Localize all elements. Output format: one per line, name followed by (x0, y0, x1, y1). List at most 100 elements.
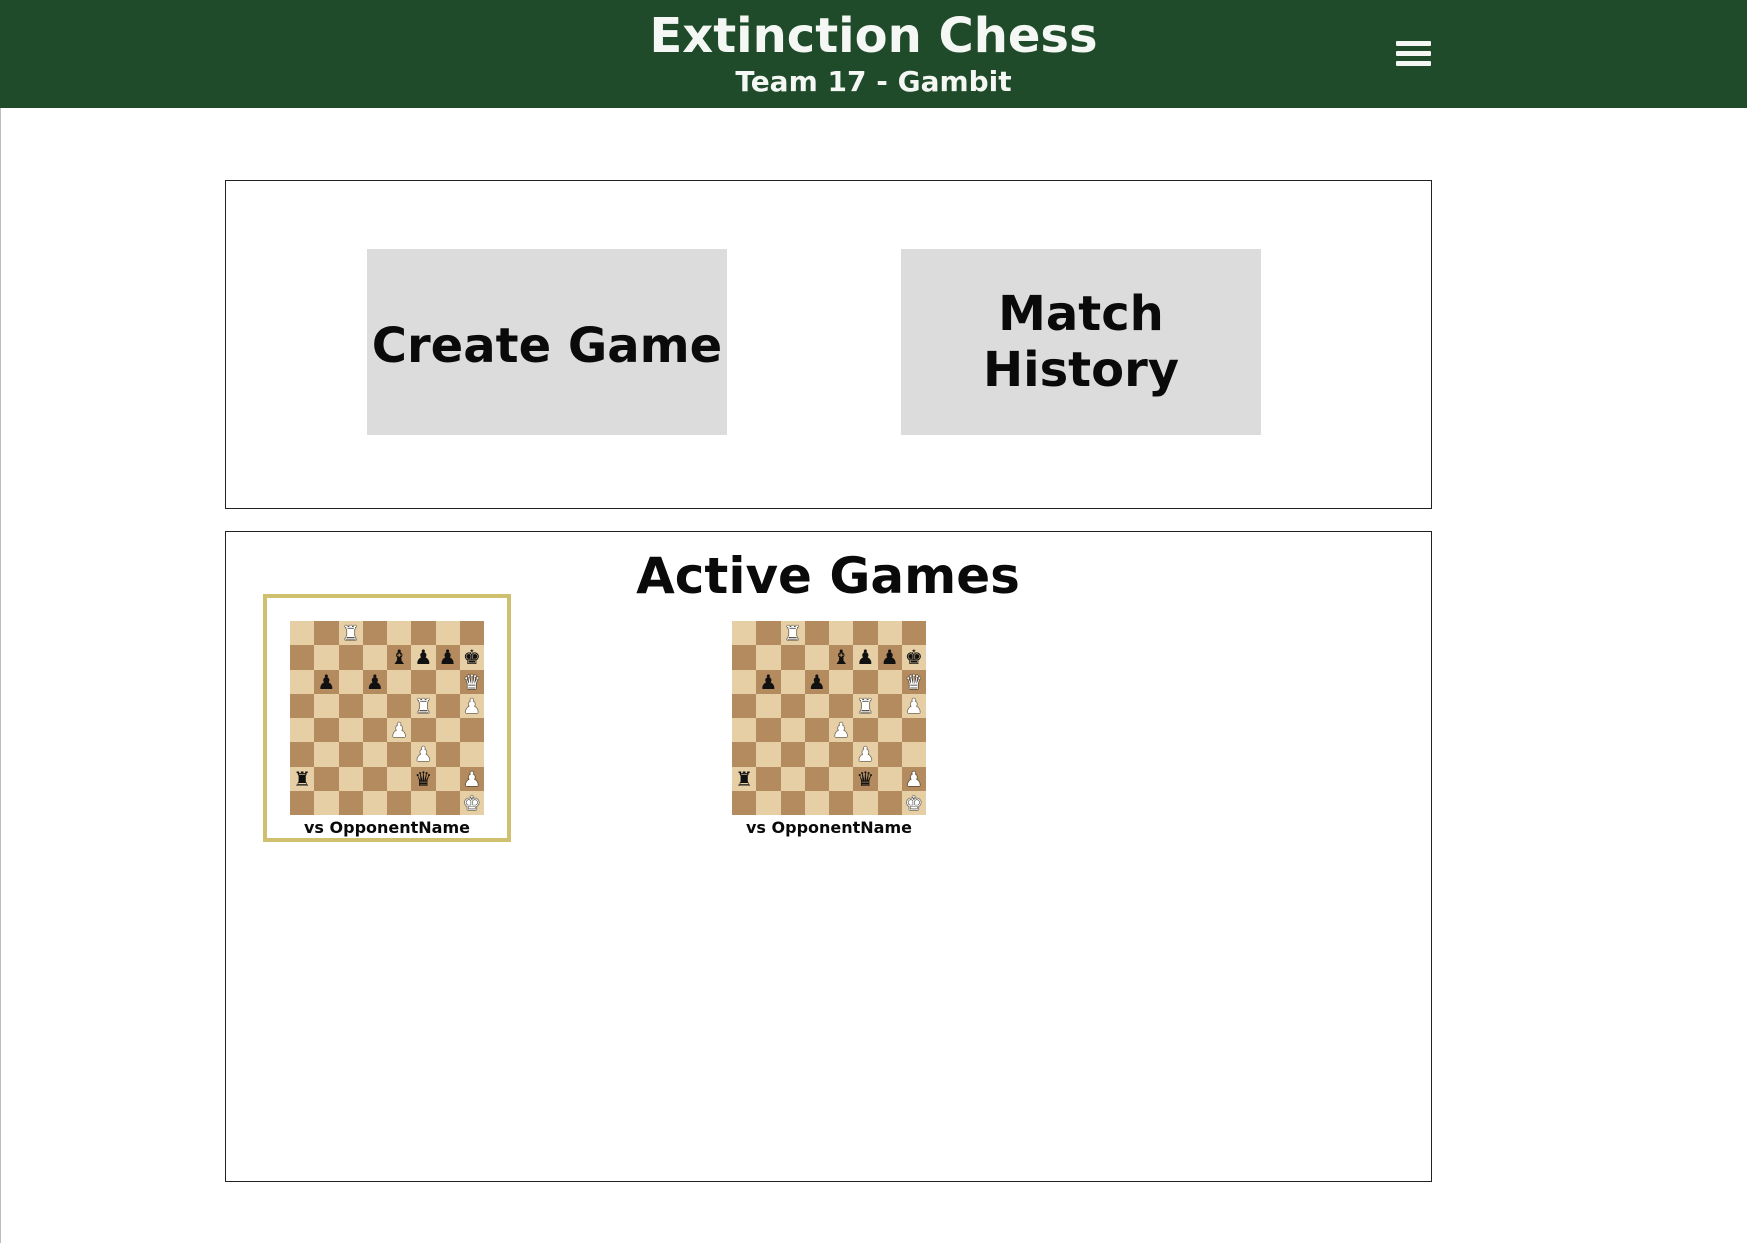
board-square (877, 766, 902, 791)
active-games-panel: Active Games ♜ ♝ ♟ ♟ ♚ ♟ ♟ ♛ ♜ ♟ ♟ ♟ ♜ ♛ ♟ ♚ vs Opponen… (225, 531, 1432, 1182)
board-square: ♜ (338, 621, 363, 646)
board-square (853, 669, 878, 694)
board-square (756, 621, 781, 646)
black-pawn-icon: ♟ (856, 645, 875, 670)
white-pawn-icon: ♟ (832, 718, 851, 743)
actions-panel: Create Game Match History (225, 180, 1432, 509)
board-square (780, 742, 805, 767)
board-square (780, 790, 805, 815)
board-square: ♚ (901, 790, 926, 815)
black-rook-icon: ♜ (735, 766, 754, 791)
board-square (290, 621, 315, 646)
board-square (411, 790, 436, 815)
board-square (804, 621, 829, 646)
white-rook-icon: ♜ (856, 693, 875, 718)
white-pawn-icon: ♟ (462, 766, 481, 791)
black-pawn-icon: ♟ (414, 645, 433, 670)
black-pawn-icon: ♟ (317, 669, 336, 694)
board-square: ♟ (459, 693, 484, 718)
white-king-icon: ♚ (462, 790, 481, 815)
board-square (780, 693, 805, 718)
white-pawn-icon: ♟ (462, 693, 481, 718)
board-square: ♜ (732, 766, 757, 791)
board-square (290, 645, 315, 670)
board-square (804, 718, 829, 743)
board-square (804, 645, 829, 670)
board-square (780, 718, 805, 743)
black-pawn-icon: ♟ (759, 669, 778, 694)
board-square: ♛ (901, 669, 926, 694)
board-square (411, 718, 436, 743)
board-square (756, 693, 781, 718)
board-square: ♜ (853, 693, 878, 718)
board-square (290, 693, 315, 718)
board-square (338, 669, 363, 694)
white-king-icon: ♚ (904, 790, 923, 815)
black-bishop-icon: ♝ (832, 645, 851, 670)
board-square (853, 790, 878, 815)
board-square (387, 790, 412, 815)
board-square (459, 718, 484, 743)
game-card[interactable]: ♜ ♝ ♟ ♟ ♚ ♟ ♟ ♛ ♜ ♟ ♟ ♟ ♜ ♛ ♟ ♚ vs OpponentName (263, 594, 511, 842)
board-square: ♝ (387, 645, 412, 670)
board-square (756, 718, 781, 743)
black-rook-icon: ♜ (293, 766, 312, 791)
board-square (314, 766, 339, 791)
board-square (756, 766, 781, 791)
create-game-button[interactable]: Create Game (367, 249, 727, 435)
board-square: ♟ (853, 645, 878, 670)
match-history-button[interactable]: Match History (901, 249, 1261, 435)
board-square (362, 621, 387, 646)
board-square (877, 790, 902, 815)
white-rook-icon: ♜ (341, 621, 360, 646)
app-title: Extinction Chess (649, 8, 1098, 64)
board-square (362, 766, 387, 791)
board-square (338, 693, 363, 718)
opponent-label: vs OpponentName (303, 818, 470, 837)
board-square (877, 621, 902, 646)
board-square: ♟ (411, 742, 436, 767)
board-square (732, 742, 757, 767)
black-king-icon: ♚ (462, 645, 481, 670)
board-square (853, 621, 878, 646)
board-square (804, 742, 829, 767)
board-square (756, 645, 781, 670)
white-pawn-icon: ♟ (904, 766, 923, 791)
app-header: Extinction Chess Team 17 - Gambit (0, 0, 1747, 108)
board-square (290, 669, 315, 694)
white-rook-icon: ♜ (414, 693, 433, 718)
board-square (829, 621, 854, 646)
hamburger-menu-icon[interactable] (1393, 38, 1435, 68)
board-square (459, 742, 484, 767)
board-square (338, 790, 363, 815)
white-pawn-icon: ♟ (390, 718, 409, 743)
board-square (901, 742, 926, 767)
black-pawn-icon: ♟ (438, 645, 457, 670)
board-square: ♟ (804, 669, 829, 694)
board-square: ♟ (411, 645, 436, 670)
board-square (338, 645, 363, 670)
board-square (780, 766, 805, 791)
board-square (829, 669, 854, 694)
board-square (756, 742, 781, 767)
game-card[interactable]: ♜ ♝ ♟ ♟ ♚ ♟ ♟ ♛ ♜ ♟ ♟ ♟ ♜ ♛ ♟ ♚ vs OpponentName (705, 594, 953, 842)
board-square (411, 621, 436, 646)
board-square (732, 790, 757, 815)
board-square: ♚ (901, 645, 926, 670)
board-square (338, 718, 363, 743)
board-square (877, 742, 902, 767)
board-square (732, 621, 757, 646)
board-square (877, 718, 902, 743)
board-square: ♜ (780, 621, 805, 646)
board-square (362, 645, 387, 670)
board-square (338, 766, 363, 791)
menu-bar (1396, 61, 1431, 66)
board-square: ♟ (877, 645, 902, 670)
board-square (804, 766, 829, 791)
board-square (829, 790, 854, 815)
board-square: ♚ (459, 645, 484, 670)
board-square: ♟ (901, 766, 926, 791)
board-square (338, 742, 363, 767)
black-queen-icon: ♛ (856, 766, 875, 791)
board-square (435, 742, 460, 767)
